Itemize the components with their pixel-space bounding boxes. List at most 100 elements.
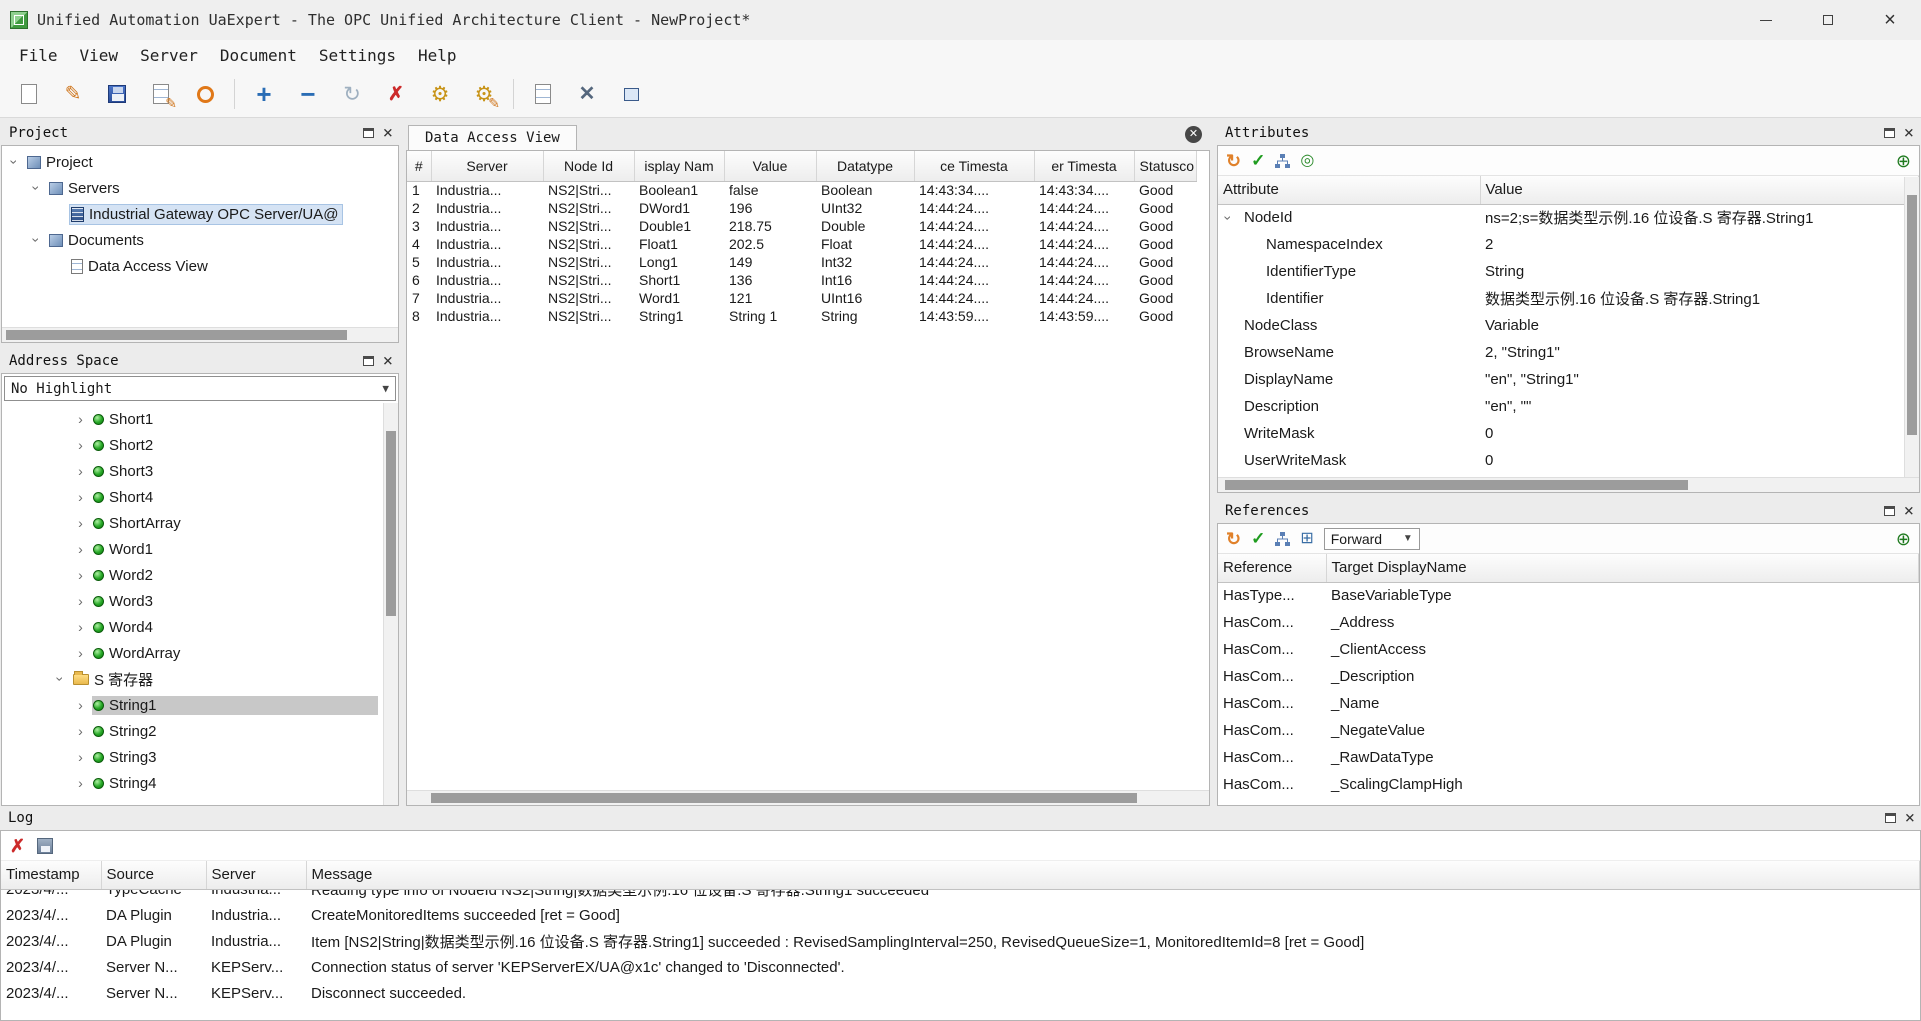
attribute-row-identifier[interactable]: Identifier数据类型示例.16 位设备.S 寄存器.String1 bbox=[1218, 285, 1919, 312]
float-icon[interactable] bbox=[1884, 506, 1895, 516]
configure-button[interactable]: ⚙ bbox=[421, 75, 459, 113]
column-header-reference[interactable]: Reference bbox=[1218, 554, 1326, 582]
tree-item-word4[interactable]: ›Word4 bbox=[2, 614, 382, 640]
expander-icon[interactable]: › bbox=[7, 156, 23, 169]
expander-icon[interactable]: › bbox=[74, 437, 87, 453]
expander-icon[interactable]: › bbox=[74, 645, 87, 661]
column-header-value[interactable]: Value bbox=[724, 151, 816, 181]
tree-item-servers[interactable]: › Servers bbox=[2, 175, 398, 201]
highlight-combobox[interactable]: No Highlight ▼ bbox=[4, 376, 396, 401]
float-icon[interactable] bbox=[1884, 128, 1895, 138]
expander-icon[interactable]: › bbox=[74, 567, 87, 583]
float-icon[interactable] bbox=[363, 356, 374, 366]
scrollbar-thumb[interactable] bbox=[1907, 195, 1917, 435]
column-header-server-timestamp[interactable]: er Timesta bbox=[1034, 151, 1134, 181]
attribute-row-userwritemask[interactable]: UserWriteMask0 bbox=[1218, 447, 1919, 474]
attribute-row-namespaceindex[interactable]: NamespaceIndex2 bbox=[1218, 231, 1919, 258]
expander-icon[interactable]: › bbox=[74, 463, 87, 479]
tree-item-short1[interactable]: ›Short1 bbox=[2, 406, 382, 432]
column-header-node-id[interactable]: Node Id bbox=[543, 151, 634, 181]
tree-item-documents[interactable]: › Documents bbox=[2, 227, 398, 253]
column-header-source[interactable]: Source bbox=[101, 861, 206, 889]
attributes-vertical-scrollbar[interactable] bbox=[1904, 177, 1919, 477]
expander-icon[interactable]: › bbox=[74, 541, 87, 557]
column-header-timestamp[interactable]: Timestamp bbox=[1, 861, 101, 889]
column-header-attribute[interactable]: Attribute bbox=[1218, 176, 1480, 204]
tree-item-industrial-gateway-server[interactable]: Industrial Gateway OPC Server/UA@ bbox=[2, 201, 398, 227]
float-icon[interactable] bbox=[1885, 813, 1896, 823]
reference-row[interactable]: HasCom... _Address bbox=[1218, 609, 1919, 636]
attribute-row-description[interactable]: Description"en", "" bbox=[1218, 393, 1919, 420]
verify-icon[interactable]: ✓ bbox=[1251, 530, 1265, 547]
direction-combobox[interactable]: Forward ▼ bbox=[1324, 528, 1420, 550]
reference-row[interactable]: HasCom... _RawDataType bbox=[1218, 744, 1919, 771]
log-row[interactable]: 2023/4/... DA Plugin Industria... Item [… bbox=[1, 929, 1920, 955]
tree-item-string3[interactable]: ›String3 bbox=[2, 744, 382, 770]
tree-item-s-register-folder[interactable]: ›S 寄存器 bbox=[2, 666, 382, 692]
add-icon[interactable]: ⊕ bbox=[1896, 152, 1911, 170]
browse-icon[interactable]: ⊞ bbox=[1300, 531, 1313, 547]
verify-icon[interactable]: ✓ bbox=[1251, 152, 1265, 169]
log-row[interactable]: 2023/4/... DA Plugin Industria... Create… bbox=[1, 903, 1920, 929]
attribute-row-nodeid[interactable]: ›NodeIdns=2;s=数据类型示例.16 位设备.S 寄存器.String… bbox=[1218, 204, 1919, 231]
edit-document-button[interactable]: ✎ bbox=[142, 75, 180, 113]
menu-item[interactable]: Server bbox=[129, 43, 209, 68]
tree-item-shortarray[interactable]: ›ShortArray bbox=[2, 510, 382, 536]
attribute-row-writemask[interactable]: WriteMask0 bbox=[1218, 420, 1919, 447]
attribute-row-displayname[interactable]: DisplayName"en", "String1" bbox=[1218, 366, 1919, 393]
column-header-display-name[interactable]: isplay Nam bbox=[634, 151, 724, 181]
remove-view-button[interactable]: ✕ bbox=[568, 75, 606, 113]
dav-close-button[interactable]: ✕ bbox=[1185, 126, 1202, 143]
reference-row[interactable]: HasCom... _ScalingClampHigh bbox=[1218, 771, 1919, 798]
log-row[interactable]: 2023/4/... TypeCache Industria... Readin… bbox=[1, 890, 1920, 903]
minimize-button[interactable] bbox=[1735, 0, 1797, 40]
float-icon[interactable] bbox=[363, 128, 374, 138]
column-header-value[interactable]: Value bbox=[1480, 176, 1919, 204]
scrollbar-thumb[interactable] bbox=[386, 431, 396, 616]
close-icon[interactable]: × bbox=[383, 353, 393, 370]
document-properties-button[interactable] bbox=[524, 75, 562, 113]
attribute-row-browsename[interactable]: BrowseName2, "String1" bbox=[1218, 339, 1919, 366]
tree-item-short2[interactable]: ›Short2 bbox=[2, 432, 382, 458]
record-button[interactable] bbox=[186, 75, 224, 113]
refresh-button[interactable]: ↻ bbox=[333, 75, 371, 113]
reference-row[interactable]: HasCom... _ClientAccess bbox=[1218, 636, 1919, 663]
expander-icon[interactable]: › bbox=[74, 593, 87, 609]
close-icon[interactable]: × bbox=[383, 125, 393, 142]
expander-icon[interactable]: › bbox=[74, 697, 87, 713]
close-icon[interactable]: × bbox=[1905, 810, 1915, 827]
expander-icon[interactable]: › bbox=[74, 489, 87, 505]
expander-icon[interactable]: › bbox=[1220, 215, 1236, 220]
expander-icon[interactable]: › bbox=[74, 749, 87, 765]
expander-icon[interactable]: › bbox=[74, 723, 87, 739]
hierarchy-icon[interactable] bbox=[1275, 154, 1290, 168]
column-header-message[interactable]: Message bbox=[306, 861, 1920, 889]
tree-item-data-access-view[interactable]: Data Access View bbox=[2, 253, 398, 279]
tree-item-word3[interactable]: ›Word3 bbox=[2, 588, 382, 614]
refresh-icon[interactable]: ↻ bbox=[1226, 530, 1241, 548]
cascade-windows-button[interactable] bbox=[612, 75, 650, 113]
tree-item-string4[interactable]: ›String4 bbox=[2, 770, 382, 796]
open-document-button[interactable]: ✎ bbox=[54, 75, 92, 113]
column-header-server[interactable]: Server bbox=[206, 861, 306, 889]
close-button[interactable]: × bbox=[1859, 0, 1921, 40]
log-row[interactable]: 2023/4/... Server N... KEPServ... Discon… bbox=[1, 981, 1920, 1007]
menu-item[interactable]: File bbox=[8, 43, 69, 68]
close-icon[interactable]: × bbox=[1904, 503, 1914, 520]
tree-item-project[interactable]: › Project bbox=[2, 149, 398, 175]
tree-item-wordarray[interactable]: ›WordArray bbox=[2, 640, 382, 666]
dav-row[interactable]: 4 Industria... NS2|Stri... Float1 202.5 … bbox=[407, 235, 1196, 253]
dav-row[interactable]: 1 Industria... NS2|Stri... Boolean1 fals… bbox=[407, 181, 1196, 199]
menu-item[interactable]: View bbox=[69, 43, 130, 68]
column-header-source-timestamp[interactable]: ce Timesta bbox=[914, 151, 1034, 181]
new-document-button[interactable] bbox=[10, 75, 48, 113]
scrollbar-thumb[interactable] bbox=[431, 793, 1137, 803]
expander-icon[interactable]: › bbox=[29, 234, 45, 247]
menu-item[interactable]: Settings bbox=[308, 43, 407, 68]
expander-icon[interactable]: › bbox=[53, 673, 69, 686]
project-horizontal-scrollbar[interactable] bbox=[2, 327, 398, 342]
tree-item-short4[interactable]: ›Short4 bbox=[2, 484, 382, 510]
refresh-icon[interactable]: ↻ bbox=[1226, 152, 1241, 170]
close-icon[interactable]: × bbox=[1904, 125, 1914, 142]
remove-server-button[interactable]: − bbox=[289, 75, 327, 113]
